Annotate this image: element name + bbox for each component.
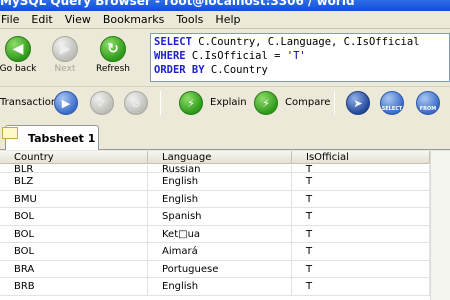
sql-text: C.Country, C.Language, C.IsOfficial — [191, 36, 420, 48]
refresh-icon: ↻ — [100, 36, 126, 62]
window-title: MySQL Query Browser - root@localhost:330… — [0, 0, 355, 8]
cell-language: Portuguese — [148, 260, 292, 278]
cell-language: English — [148, 173, 292, 190]
cell-language: Russian — [148, 165, 292, 173]
tab-tabsheet-1[interactable]: Tabsheet 1 — [2, 125, 99, 150]
arrow-right-icon: ▶ — [52, 36, 78, 62]
cell-country: BOL — [0, 243, 148, 260]
go-back-label: Go back — [0, 64, 37, 74]
title-bar: MySQL Query Browser - root@localhost:330… — [0, 0, 450, 11]
refresh-button[interactable]: ↻ Refresh — [89, 33, 137, 81]
tab-strip: Tabsheet 1 — [0, 119, 450, 150]
toolbar-divider — [334, 91, 335, 115]
sql-text: C.IsOfficial = — [185, 50, 287, 62]
play-icon: ▶ — [61, 96, 71, 110]
table-row[interactable]: BMU English T — [0, 190, 430, 208]
cell-isofficial: T — [292, 173, 430, 190]
menu-edit[interactable]: Edit — [25, 13, 58, 26]
transaction-toolbar: Transaction ▶ ✓ ⊘ ⚡ Explain ⚡ Compare ➤ … — [0, 86, 450, 118]
cell-language: Aimará — [148, 243, 292, 260]
explain-label: Explain — [210, 97, 247, 108]
menu-tools[interactable]: Tools — [170, 13, 209, 26]
cell-isofficial: T — [292, 243, 430, 260]
sql-query-editor[interactable]: SELECT C.Country, C.Language, C.IsOffici… — [150, 33, 450, 82]
table-row[interactable]: BOL Ket□ua T — [0, 225, 430, 243]
tab-label: Tabsheet 1 — [28, 132, 96, 145]
column-header-country[interactable]: Country — [0, 151, 148, 164]
menu-bookmarks[interactable]: Bookmarks — [97, 13, 170, 26]
cursor-icon: ➤ — [353, 96, 363, 110]
sql-keyword: SELECT — [154, 36, 192, 48]
cell-language: English — [148, 278, 292, 295]
cell-country: BOL — [0, 208, 148, 225]
table-row[interactable]: BRA Portuguese T — [0, 260, 430, 278]
table-row[interactable]: BLZ English T — [0, 173, 430, 191]
sql-keyword: ORDER BY — [154, 64, 205, 76]
table-row[interactable]: BLR Russian T — [0, 165, 430, 173]
start-transaction-button[interactable]: ▶ — [54, 91, 78, 115]
next-label: Next — [54, 64, 76, 74]
select-clause-button[interactable]: SELECT — [380, 91, 404, 115]
transaction-label: Transaction — [0, 97, 58, 108]
go-back-button[interactable]: ◀ Go back — [0, 33, 42, 81]
sql-text: C.Country — [204, 64, 268, 76]
result-grid[interactable]: Country Language IsOfficial BLR Russian … — [0, 151, 450, 300]
cell-isofficial: T — [292, 165, 430, 173]
menu-help[interactable]: Help — [209, 13, 246, 26]
cell-language: English — [148, 190, 292, 208]
menu-bar: File Edit View Bookmarks Tools Help — [0, 11, 450, 29]
menu-view[interactable]: View — [59, 13, 97, 26]
grid-body: BLR Russian T BLZ English T BMU English … — [0, 165, 430, 296]
cell-country: BLR — [0, 165, 148, 173]
arrow-left-icon: ◀ — [5, 36, 31, 62]
table-row[interactable]: BOL Spanish T — [0, 208, 430, 226]
vertical-scrollbar[interactable] — [430, 151, 450, 300]
cell-language: Ket□ua — [148, 225, 292, 243]
compare-icon: ⚡ — [262, 96, 270, 110]
compare-button[interactable]: ⚡ — [254, 91, 278, 115]
explain-button[interactable]: ⚡ — [179, 91, 203, 115]
menu-file[interactable]: File — [0, 13, 25, 26]
sql-string: 'T' — [286, 50, 306, 62]
compare-label: Compare — [285, 97, 331, 108]
cell-country: BOL — [0, 225, 148, 243]
column-header-isofficial[interactable]: IsOfficial — [292, 151, 430, 164]
cell-country: BLZ — [0, 173, 148, 190]
tabsheet-icon — [2, 127, 18, 139]
cell-country: BMU — [0, 190, 148, 208]
cancel-icon: ⊘ — [131, 96, 141, 110]
cursor-button[interactable]: ➤ — [346, 91, 370, 115]
commit-button[interactable]: ✓ — [90, 91, 114, 115]
cell-country: BRA — [0, 260, 148, 278]
from-label: FROM — [419, 106, 437, 112]
sql-keyword: WHERE — [154, 50, 186, 62]
column-header-language[interactable]: Language — [148, 151, 292, 164]
refresh-label: Refresh — [96, 64, 130, 74]
select-label: SELECT — [381, 106, 403, 112]
navigation-toolbar: ◀ Go back ▶ Next ↻ Refresh — [0, 30, 150, 84]
cell-isofficial: T — [292, 208, 430, 225]
cell-country: BRB — [0, 278, 148, 295]
table-row[interactable]: BOL Aimará T — [0, 243, 430, 261]
rollback-button[interactable]: ⊘ — [124, 91, 148, 115]
grid-header: Country Language IsOfficial — [0, 151, 430, 164]
cell-isofficial: T — [292, 225, 430, 243]
cell-isofficial: T — [292, 260, 430, 278]
check-icon: ✓ — [97, 96, 107, 110]
cell-language: Spanish — [148, 208, 292, 225]
toolbar-divider — [160, 91, 161, 115]
explain-icon: ⚡ — [187, 96, 195, 110]
table-row[interactable]: BRB English T — [0, 278, 430, 296]
from-clause-button[interactable]: FROM — [416, 91, 440, 115]
cell-isofficial: T — [292, 278, 430, 295]
next-button[interactable]: ▶ Next — [41, 33, 89, 81]
cell-isofficial: T — [292, 190, 430, 208]
